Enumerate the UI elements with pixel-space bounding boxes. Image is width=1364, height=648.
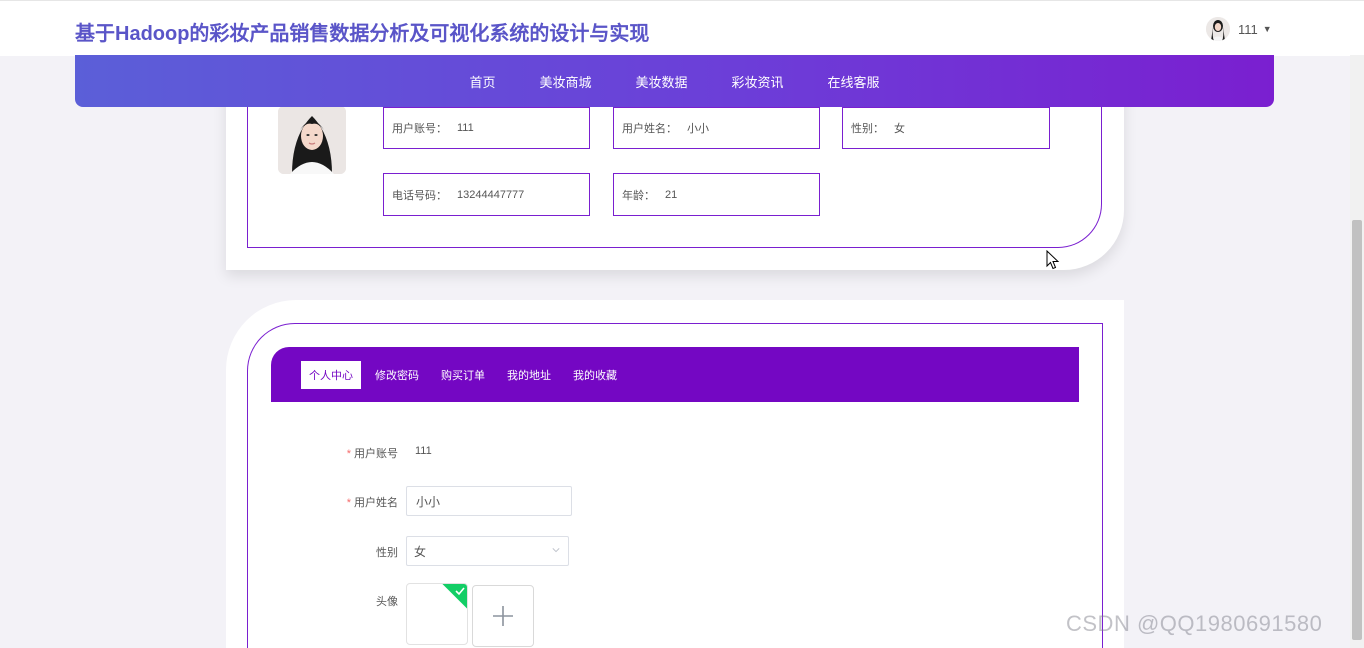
gender-select[interactable]: 女 [406, 536, 569, 566]
required-mark: * [346, 497, 351, 509]
info-age: 年龄： 21 [613, 173, 820, 216]
nav-item-news[interactable]: 彩妆资讯 [732, 72, 784, 91]
watermark: CSDN @QQ1980691580 [1066, 611, 1323, 636]
info-phone: 电话号码： 13244447777 [383, 173, 590, 216]
info-account: 用户账号： 111 [383, 107, 590, 149]
name-input-value[interactable]: 小小 [416, 493, 440, 510]
avatar-label-text: 头像 [376, 596, 398, 608]
avatar-label: 头像 [278, 593, 398, 609]
info-account-value: 111 [457, 122, 474, 134]
gender-select-value[interactable]: 女 [414, 543, 426, 560]
account-label-text: 用户账号 [354, 448, 398, 460]
plus-icon[interactable] [492, 605, 514, 627]
info-name-value: 小小 [687, 123, 709, 135]
gender-label-text: 性别 [376, 547, 398, 559]
user-menu[interactable]: 111 ▼ [1206, 16, 1272, 42]
chevron-down-icon[interactable] [552, 546, 560, 554]
upload-add-button[interactable] [472, 585, 534, 647]
check-icon [455, 587, 465, 596]
info-age-value: 21 [665, 188, 678, 201]
nav-item-home[interactable]: 首页 [469, 72, 495, 91]
site-title: 基于Hadoop的彩妆产品销售数据分析及可视化系统的设计与实现 [75, 23, 650, 45]
nav-item-support[interactable]: 在线客服 [828, 72, 880, 91]
account-label: * 用户账号 [278, 445, 398, 461]
name-label: * 用户姓名 [278, 494, 398, 510]
info-gender-value: 女 [894, 123, 905, 135]
nav-item-mall[interactable]: 美妆商城 [539, 72, 591, 91]
caret-down-icon[interactable]: ▼ [1263, 24, 1272, 34]
tab-orders[interactable]: 购买订单 [433, 361, 493, 389]
top-header: 基于Hadoop的彩妆产品销售数据分析及可视化系统的设计与实现 111 ▼ [0, 0, 1364, 56]
gender-label: 性别 [278, 544, 398, 560]
info-age-key: 年龄： [622, 189, 655, 202]
info-account-key: 用户账号： [392, 123, 447, 135]
tab-favorites[interactable]: 我的收藏 [565, 361, 625, 389]
info-gender-key: 性别： [851, 123, 884, 135]
tab-profile[interactable]: 个人中心 [301, 360, 361, 389]
user-name[interactable]: 111 [1238, 22, 1258, 37]
account-value: 111 [415, 445, 432, 457]
required-mark: * [346, 448, 351, 460]
info-gender: 性别： 女 [842, 107, 1050, 149]
page: 基于Hadoop的彩妆产品销售数据分析及可视化系统的设计与实现 111 ▼ 首页… [0, 0, 1364, 648]
main-nav: 首页 美妆商城 美妆数据 彩妆资讯 在线客服 [75, 55, 1274, 107]
info-name-key: 用户姓名： [622, 123, 677, 135]
nav-item-data[interactable]: 美妆数据 [635, 72, 687, 91]
scrollbar-thumb[interactable] [1352, 220, 1362, 640]
info-phone-value: 13244447777 [457, 188, 525, 201]
mouse-cursor-icon [1046, 249, 1060, 275]
name-label-text: 用户姓名 [354, 497, 398, 509]
profile-photo [278, 106, 346, 174]
tabs-bar: 个人中心 修改密码 购买订单 我的地址 我的收藏 [271, 347, 1079, 402]
name-input[interactable]: 小小 [406, 486, 572, 516]
user-avatar[interactable] [1206, 17, 1230, 41]
uploaded-avatar-thumb[interactable] [406, 583, 468, 645]
tab-address[interactable]: 我的地址 [499, 361, 559, 389]
info-phone-key: 电话号码： [392, 189, 447, 202]
tab-change-password[interactable]: 修改密码 [367, 361, 427, 389]
info-name: 用户姓名： 小小 [613, 107, 820, 149]
